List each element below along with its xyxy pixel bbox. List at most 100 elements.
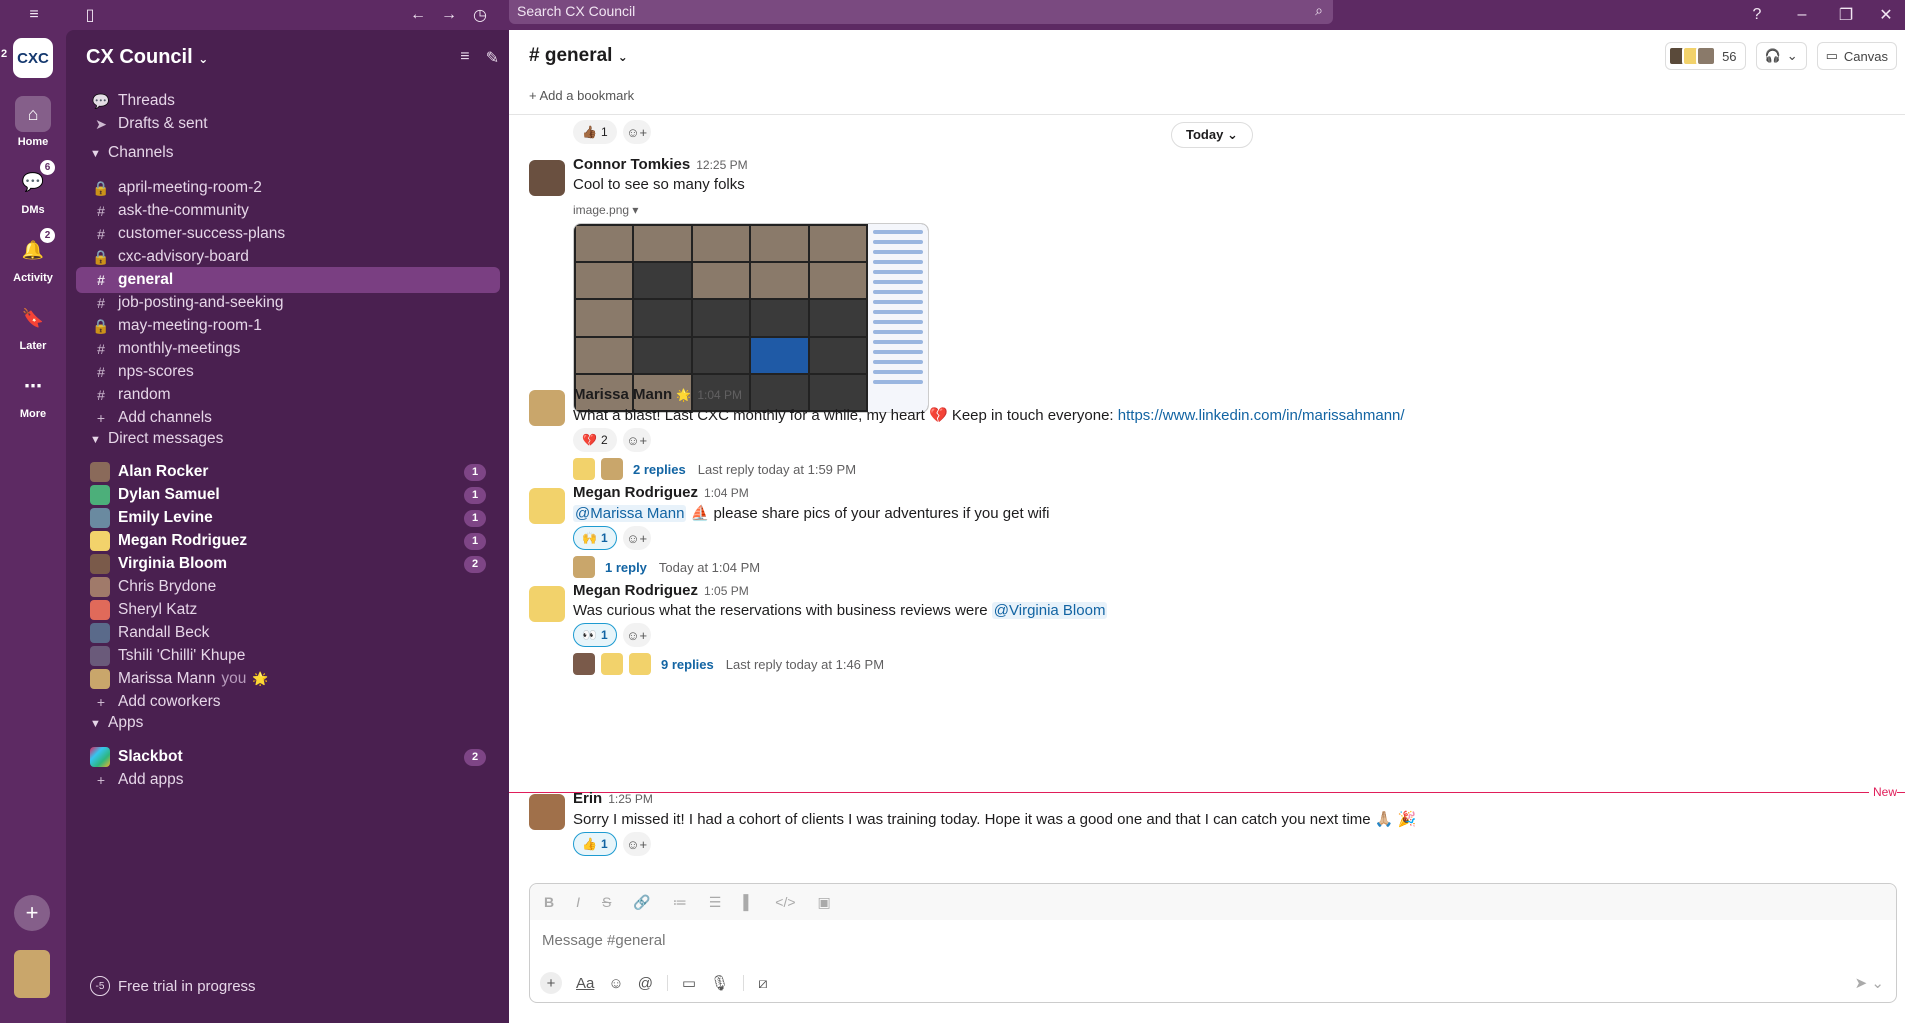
reaction-chip[interactable]: 👀 1 — [573, 623, 617, 647]
rail-more[interactable]: ⋯ More — [0, 368, 66, 421]
dms-badge: 6 — [40, 160, 55, 175]
rail-activity[interactable]: 🔔 2 Activity — [0, 228, 66, 284]
mention-icon[interactable]: @ — [638, 975, 653, 992]
home-icon: ⌂ — [15, 96, 51, 132]
filter-icon[interactable]: ≡ — [460, 48, 469, 68]
search-input[interactable]: Search CX Council ⌕ — [509, 0, 1333, 24]
avatar[interactable] — [529, 794, 565, 830]
compose-icon[interactable]: ✎ — [486, 48, 499, 68]
rail-dms[interactable]: 💬 6 DMs — [0, 160, 66, 216]
add-reaction-icon[interactable]: ☺+ — [622, 623, 651, 647]
thread-summary[interactable]: 2 replies Last reply today at 1:59 PM — [573, 458, 1863, 480]
add-reaction-icon[interactable]: ☺+ — [622, 428, 651, 452]
message-author[interactable]: Megan Rodriguez — [573, 582, 698, 599]
workspace-name-button[interactable]: CX Council ⌄ — [86, 46, 208, 69]
add-apps-button[interactable]: + Add apps — [76, 767, 500, 793]
image-attachment[interactable] — [573, 223, 929, 413]
add-reaction-icon[interactable]: ☺+ — [622, 120, 651, 144]
dms-section-header[interactable]: ▼ Direct messages — [90, 430, 223, 448]
thread-summary[interactable]: 1 reply Today at 1:04 PM — [573, 556, 1863, 578]
code-icon[interactable]: </> — [775, 894, 795, 910]
user-mention[interactable]: @Marissa Mann — [573, 505, 687, 522]
avatar[interactable] — [529, 488, 565, 524]
members-button[interactable]: 56 — [1665, 42, 1746, 70]
microphone-icon[interactable]: 🎙 — [710, 974, 729, 992]
channel-name: may-meeting-room-1 — [118, 317, 262, 334]
bold-icon[interactable]: B — [544, 894, 554, 910]
canvas-button[interactable]: ▭ Canvas — [1816, 42, 1897, 70]
hamburger-menu-icon[interactable]: ≡ — [22, 3, 46, 27]
user-avatar[interactable] — [14, 950, 50, 998]
message-author[interactable]: Erin — [573, 790, 602, 807]
avatar — [573, 556, 595, 578]
message-author[interactable]: Connor Tomkies — [573, 156, 690, 173]
apps-section-header[interactable]: ▼ Apps — [90, 714, 143, 732]
chevron-down-icon: ⌄ — [1786, 48, 1798, 63]
blockquote-icon[interactable]: ▌ — [743, 894, 753, 910]
add-coworkers-button[interactable]: + Add coworkers — [76, 689, 500, 715]
reaction-chip[interactable]: 🙌 1 — [573, 526, 617, 550]
avatar[interactable] — [529, 586, 565, 622]
message-author[interactable]: Marissa Mann — [573, 386, 672, 403]
free-trial-banner[interactable]: -5 Free trial in progress — [90, 976, 256, 996]
reply-count[interactable]: 9 replies — [661, 657, 714, 672]
format-toggle[interactable]: Aa — [576, 975, 594, 992]
reply-count[interactable]: 1 reply — [605, 560, 647, 575]
avatar[interactable] — [529, 160, 565, 196]
add-bookmark-button[interactable]: + Add a bookmark — [529, 88, 634, 103]
unread-count: 1 — [464, 509, 486, 527]
back-arrow-icon[interactable]: ← — [406, 3, 430, 27]
message-time[interactable]: 12:25 PM — [696, 158, 747, 172]
link-icon[interactable]: 🔗 — [633, 894, 650, 911]
sidebar-item-drafts[interactable]: ➤ Drafts & sent — [76, 111, 500, 137]
emoji-icon[interactable]: ☺ — [608, 975, 623, 992]
rail-later[interactable]: 🔖 Later — [0, 300, 66, 353]
sidebar-toggle-icon[interactable]: ▯ — [78, 3, 102, 27]
thread-summary[interactable]: 9 replies Last reply today at 1:46 PM — [573, 653, 1863, 675]
message-author[interactable]: Megan Rodriguez — [573, 484, 698, 501]
strikethrough-icon[interactable]: S — [602, 894, 611, 910]
add-channels-button[interactable]: + Add channels — [76, 405, 500, 431]
reaction-chip[interactable]: 👍🏾 1 — [573, 120, 617, 144]
hash-icon: # — [97, 387, 105, 403]
slash-shortcut-icon[interactable]: ⧄ — [758, 975, 768, 992]
file-name-toggle[interactable]: image.png ▾ — [573, 203, 1863, 217]
caret-down-icon: ▾ — [632, 203, 639, 217]
create-new-button[interactable]: + — [14, 895, 50, 931]
reply-count[interactable]: 2 replies — [633, 462, 686, 477]
reaction-chip[interactable]: 👍 1 — [573, 832, 617, 856]
message-time[interactable]: 1:05 PM — [704, 584, 749, 598]
add-reaction-icon[interactable]: ☺+ — [622, 832, 651, 856]
italic-icon[interactable]: I — [576, 894, 580, 910]
send-button[interactable]: ➤ ⌄ — [1855, 974, 1884, 992]
video-clip-icon[interactable]: ▭ — [682, 974, 696, 992]
message-input[interactable]: Message #general — [542, 932, 665, 949]
add-reaction-icon[interactable]: ☺+ — [622, 526, 651, 550]
bulleted-list-icon[interactable]: ☰ — [709, 894, 722, 911]
message-link[interactable]: https://www.linkedin.com/in/marissahmann… — [1118, 407, 1405, 424]
message-time[interactable]: 1:04 PM — [704, 486, 749, 500]
close-window-icon[interactable]: ✕ — [1874, 3, 1898, 27]
formatting-toolbar: B I S 🔗 ≔ ☰ ▌ </> ▣ — [530, 884, 1896, 920]
avatar — [601, 653, 623, 675]
workspace-logo[interactable]: CXC — [13, 38, 53, 78]
avatar[interactable] — [529, 390, 565, 426]
channel-title-button[interactable]: # general ⌄ — [529, 45, 628, 67]
message-time[interactable]: 1:04 PM — [697, 388, 742, 402]
attach-plus-icon[interactable]: + — [540, 972, 562, 994]
restore-window-icon[interactable]: ❐ — [1834, 3, 1858, 27]
history-clock-icon[interactable]: ◷ — [468, 3, 492, 27]
code-block-icon[interactable]: ▣ — [818, 894, 831, 911]
message-text: What a blast! Last CXC monthly for a whi… — [573, 407, 1114, 424]
minimize-window-icon[interactable]: – — [1790, 3, 1814, 27]
huddle-button[interactable]: 🎧 ⌄ — [1755, 42, 1807, 70]
message-time[interactable]: 1:25 PM — [608, 792, 653, 806]
rail-home[interactable]: ⌂ Home — [0, 96, 66, 148]
help-icon[interactable]: ? — [1745, 3, 1769, 27]
reaction-chip[interactable]: 💔 2 — [573, 428, 617, 452]
forward-arrow-icon[interactable]: → — [437, 3, 461, 27]
ordered-list-icon[interactable]: ≔ — [673, 894, 687, 911]
user-mention[interactable]: @Virginia Bloom — [991, 602, 1108, 619]
channels-section-header[interactable]: ▼ Channels — [90, 144, 174, 162]
date-divider-button[interactable]: Today ⌄ — [1171, 122, 1253, 148]
